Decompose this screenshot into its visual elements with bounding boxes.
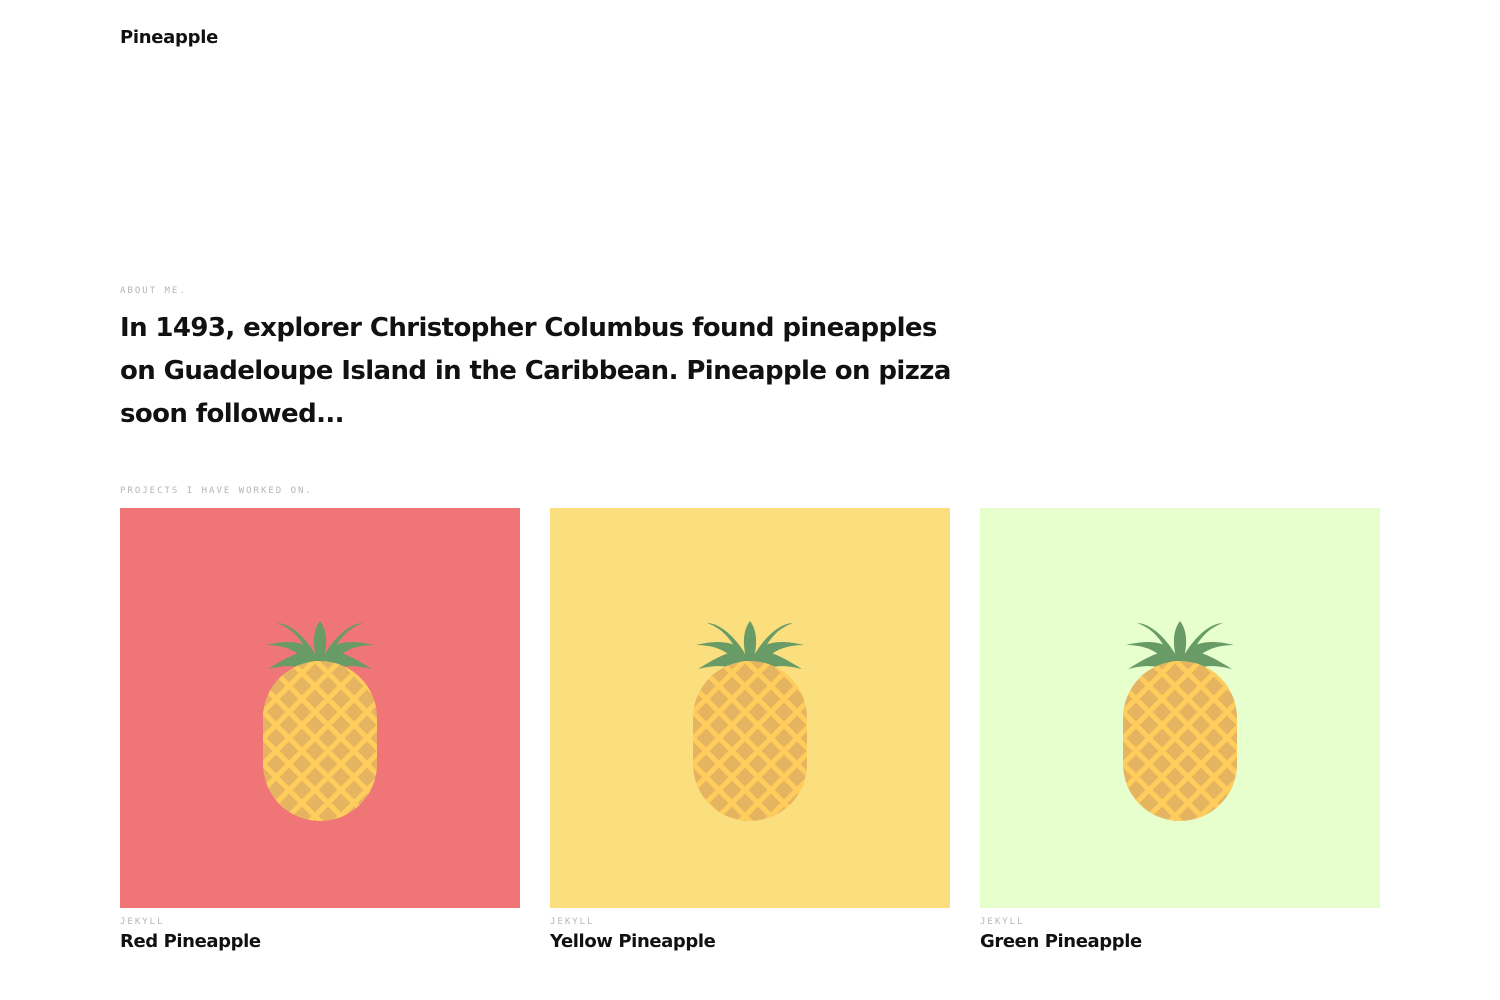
pineapple-icon: [260, 593, 380, 823]
pineapple-icon: [1120, 593, 1240, 823]
site-title-link[interactable]: Pineapple: [120, 27, 218, 48]
project-thumbnail[interactable]: [550, 508, 950, 908]
about-section-label: About me.: [120, 286, 187, 296]
project-tag: Jekyll: [980, 917, 1025, 927]
projects-section-label: Projects I have worked on.: [120, 486, 313, 496]
project-card-green-pineapple[interactable]: Jekyll Green Pineapple: [980, 508, 1380, 952]
project-thumbnail[interactable]: [980, 508, 1380, 908]
project-title[interactable]: Red Pineapple: [120, 931, 520, 952]
project-tag: Jekyll: [120, 917, 165, 927]
project-thumbnail[interactable]: [120, 508, 520, 908]
project-card-yellow-pineapple[interactable]: Jekyll Yellow Pineapple: [550, 508, 950, 952]
project-title[interactable]: Green Pineapple: [980, 931, 1380, 952]
pineapple-icon: [690, 593, 810, 823]
project-card-red-pineapple[interactable]: Jekyll Red Pineapple: [120, 508, 520, 952]
projects-grid: Jekyll Red Pineapple Jekyll Yellow Pinea…: [120, 508, 1380, 952]
project-tag: Jekyll: [550, 917, 595, 927]
about-text: In 1493, explorer Christopher Columbus f…: [120, 313, 951, 429]
project-title[interactable]: Yellow Pineapple: [550, 931, 950, 952]
